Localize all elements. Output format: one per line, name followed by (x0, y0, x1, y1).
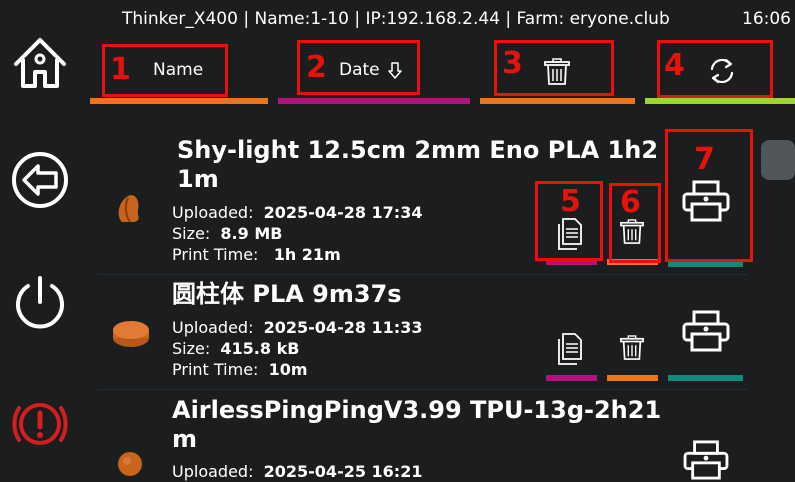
uploaded-value: 2025-04-28 17:34 (263, 203, 423, 222)
uploaded-label: Uploaded: (172, 462, 254, 481)
file-uploaded: Uploaded: 2025-04-25 16:21 (172, 461, 422, 482)
file-title-continued: 1m (177, 165, 219, 193)
file-print-time: Print Time: 1h 21m (172, 244, 341, 265)
home-icon (14, 38, 66, 88)
file-print-button[interactable] (668, 436, 744, 480)
uploaded-value: 2025-04-25 16:21 (263, 462, 423, 481)
file-uploaded: Uploaded: 2025-04-28 11:33 (172, 317, 422, 338)
name-column-underline (90, 98, 268, 104)
home-button[interactable] (10, 34, 70, 94)
file-title: 圆柱体 PLA 9m37s (172, 280, 402, 308)
printer-icon (682, 310, 730, 352)
row-divider (98, 389, 748, 390)
file-thumbnail (113, 321, 149, 347)
emergency-stop-button[interactable] (10, 394, 70, 454)
info-underline (546, 375, 597, 381)
file-print-time: Print Time: 10m (172, 359, 308, 380)
annotation-number-6: 6 (620, 185, 641, 220)
file-size: Size: 8.9 MB (172, 223, 282, 244)
printer-info-title: Thinker_X400 | Name:1-10 | IP:192.168.2.… (122, 9, 670, 29)
print-underline (668, 375, 743, 381)
file-delete-button[interactable] (607, 328, 657, 368)
size-value: 8.9 MB (220, 224, 283, 243)
delete-underline (607, 375, 658, 381)
emergency-stop-icon (12, 403, 68, 445)
file-thumbnail (118, 195, 139, 223)
trash-icon (620, 335, 644, 360)
clock: 16:06 (742, 9, 791, 29)
size-label: Size: (172, 224, 211, 243)
annotation-number-4: 4 (664, 48, 685, 83)
uploaded-label: Uploaded: (172, 318, 254, 337)
annotation-number-3: 3 (502, 46, 523, 81)
print-time-value: 10m (268, 360, 308, 379)
printer-icon (683, 440, 729, 480)
uploaded-value: 2025-04-28 11:33 (263, 318, 423, 337)
print-time-label: Print Time: (172, 360, 259, 379)
file-title-continued: m (172, 425, 198, 453)
file-thumbnail (118, 452, 142, 476)
date-column-underline (278, 98, 470, 104)
delete-column-underline (480, 98, 635, 104)
annotation-number-1: 1 (110, 52, 131, 87)
size-label: Size: (172, 339, 211, 358)
refresh-column-underline (645, 98, 795, 104)
annotation-number-5: 5 (560, 184, 581, 219)
file-info-button[interactable] (546, 328, 596, 368)
row-divider (98, 274, 748, 275)
file-size: Size: 415.8 kB (172, 338, 299, 359)
status-bar: Thinker_X400 | Name:1-10 | IP:192.168.2.… (0, 0, 795, 38)
document-icon (558, 333, 582, 365)
print-time-value: 1h 21m (273, 245, 341, 264)
size-value: 415.8 kB (220, 339, 300, 358)
back-arrow-icon (12, 152, 68, 208)
back-button[interactable] (10, 150, 70, 210)
annotation-number-7: 7 (694, 142, 715, 177)
print-time-label: Print Time: (172, 245, 259, 264)
annotation-number-2: 2 (306, 50, 327, 85)
file-title: AirlessPingPingV3.99 TPU-13g-2h21 (172, 396, 662, 424)
power-icon (16, 276, 64, 329)
file-uploaded: Uploaded: 2025-04-28 17:34 (172, 202, 422, 223)
uploaded-label: Uploaded: (172, 203, 254, 222)
power-button[interactable] (10, 272, 70, 332)
scrollbar-thumb[interactable] (761, 140, 795, 180)
file-title: Shy-light 12.5cm 2mm Eno PLA 1h2 (177, 136, 659, 164)
file-print-button[interactable] (668, 306, 744, 356)
